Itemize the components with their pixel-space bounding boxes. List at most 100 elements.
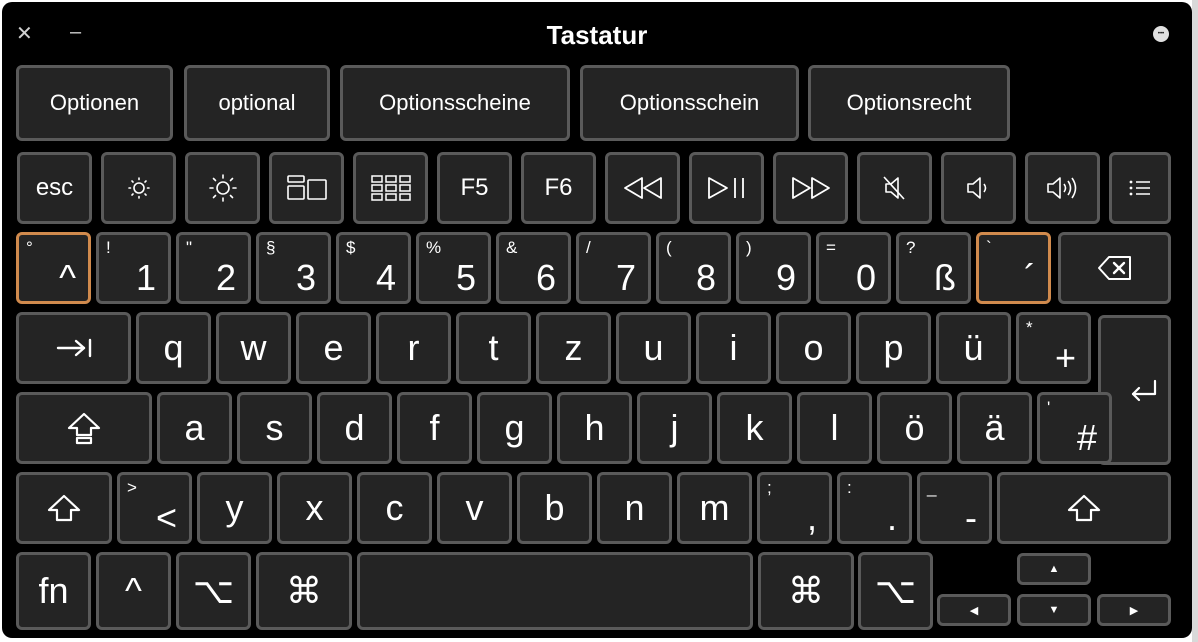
key-secondary-char: `: [986, 238, 992, 257]
key-0[interactable]: = 0: [816, 232, 891, 304]
key-a[interactable]: a: [157, 392, 232, 464]
key-2[interactable]: " 2: [176, 232, 251, 304]
key-a-umlaut[interactable]: ä: [957, 392, 1032, 464]
volume-up-icon: [1046, 177, 1076, 199]
key-minus[interactable]: _ -: [917, 472, 992, 544]
key-n[interactable]: n: [597, 472, 672, 544]
suggestion-button[interactable]: Optionsrecht: [808, 65, 1010, 141]
key-m[interactable]: m: [677, 472, 752, 544]
acute-dead-key[interactable]: ` ´: [976, 232, 1051, 304]
play-pause-key[interactable]: [689, 152, 764, 224]
key-t[interactable]: t: [456, 312, 531, 384]
left-shift-key[interactable]: [16, 472, 112, 544]
key-i[interactable]: i: [696, 312, 771, 384]
key-hash[interactable]: ' #: [1037, 392, 1112, 464]
key-s[interactable]: s: [237, 392, 312, 464]
suggestion-button[interactable]: Optionsschein: [580, 65, 799, 141]
key-u[interactable]: u: [616, 312, 691, 384]
mission-control-key[interactable]: [269, 152, 344, 224]
more-icon: •••: [1157, 31, 1165, 37]
key-p[interactable]: p: [856, 312, 931, 384]
key-d[interactable]: d: [317, 392, 392, 464]
key-k[interactable]: k: [717, 392, 792, 464]
key-v[interactable]: v: [437, 472, 512, 544]
brightness-down-key[interactable]: [101, 152, 176, 224]
key-z[interactable]: z: [536, 312, 611, 384]
tab-key[interactable]: [16, 312, 131, 384]
key-4[interactable]: $ 4: [336, 232, 411, 304]
key-b[interactable]: b: [517, 472, 592, 544]
key-6[interactable]: & 6: [496, 232, 571, 304]
key-9[interactable]: ) 9: [736, 232, 811, 304]
esc-key[interactable]: esc: [17, 152, 92, 224]
key-x[interactable]: x: [277, 472, 352, 544]
key-eszett[interactable]: ? ß: [896, 232, 971, 304]
key-j[interactable]: j: [637, 392, 712, 464]
delete-backward-icon: [1097, 256, 1131, 280]
caps-lock-key[interactable]: [16, 392, 152, 464]
rewind-key[interactable]: [605, 152, 680, 224]
key-y[interactable]: y: [197, 472, 272, 544]
key-l[interactable]: l: [797, 392, 872, 464]
suggestion-button[interactable]: optional: [184, 65, 330, 141]
circumflex-dead-key[interactable]: ° ^: [16, 232, 91, 304]
space-bar[interactable]: [357, 552, 753, 630]
return-icon: [1131, 379, 1157, 402]
volume-up-key[interactable]: [1025, 152, 1100, 224]
key-secondary-char: $: [346, 238, 356, 257]
key-plus[interactable]: * +: [1016, 312, 1091, 384]
key-period[interactable]: : .: [837, 472, 912, 544]
brightness-up-key[interactable]: [185, 152, 260, 224]
launchpad-key[interactable]: [353, 152, 428, 224]
delete-key[interactable]: [1058, 232, 1171, 304]
arrow-left-key[interactable]: ◀: [937, 594, 1011, 626]
volume-down-key[interactable]: [941, 152, 1016, 224]
right-command-key[interactable]: ⌘: [758, 552, 854, 630]
key-c[interactable]: c: [357, 472, 432, 544]
key-o[interactable]: o: [776, 312, 851, 384]
arrow-up-key[interactable]: ▲: [1017, 553, 1091, 585]
dictation-list-key[interactable]: [1109, 152, 1171, 224]
key-secondary-char: °: [26, 238, 33, 257]
key-5[interactable]: % 5: [416, 232, 491, 304]
more-options-button[interactable]: •••: [1153, 26, 1169, 42]
suggestion-button[interactable]: Optionsscheine: [340, 65, 570, 141]
f5-key[interactable]: F5: [437, 152, 512, 224]
arrow-right-key[interactable]: ▶: [1097, 594, 1171, 626]
control-key[interactable]: ^: [96, 552, 171, 630]
key-secondary-char: =: [826, 238, 836, 257]
desktop-edge: [1192, 0, 1198, 642]
fast-forward-key[interactable]: [773, 152, 848, 224]
fn-key[interactable]: fn: [16, 552, 91, 630]
key-g[interactable]: g: [477, 392, 552, 464]
key-7[interactable]: / 7: [576, 232, 651, 304]
key-f[interactable]: f: [397, 392, 472, 464]
key-primary-char: 8: [695, 257, 716, 298]
key-1[interactable]: ! 1: [96, 232, 171, 304]
key-r[interactable]: r: [376, 312, 451, 384]
left-command-key[interactable]: ⌘: [256, 552, 352, 630]
key-less-than[interactable]: > <: [117, 472, 192, 544]
key-comma[interactable]: ; ,: [757, 472, 832, 544]
key-3[interactable]: § 3: [256, 232, 331, 304]
key-primary-char: 2: [215, 257, 236, 298]
key-secondary-char: ?: [906, 238, 916, 257]
key-u-umlaut[interactable]: ü: [936, 312, 1011, 384]
key-q[interactable]: q: [136, 312, 211, 384]
arrow-down-key[interactable]: ▼: [1017, 594, 1091, 626]
right-option-key[interactable]: ⌥: [858, 552, 933, 630]
key-w[interactable]: w: [216, 312, 291, 384]
right-shift-key[interactable]: [997, 472, 1171, 544]
fast-forward-icon: [791, 177, 830, 199]
key-primary-char: 6: [535, 257, 556, 298]
key-o-umlaut[interactable]: ö: [877, 392, 952, 464]
f6-key[interactable]: F6: [521, 152, 596, 224]
key-primary-char: 0: [855, 257, 876, 298]
key-8[interactable]: ( 8: [656, 232, 731, 304]
key-h[interactable]: h: [557, 392, 632, 464]
key-e[interactable]: e: [296, 312, 371, 384]
left-option-key[interactable]: ⌥: [176, 552, 251, 630]
mute-key[interactable]: [857, 152, 932, 224]
key-primary-char: #: [1076, 417, 1097, 458]
suggestion-button[interactable]: Optionen: [16, 65, 173, 141]
